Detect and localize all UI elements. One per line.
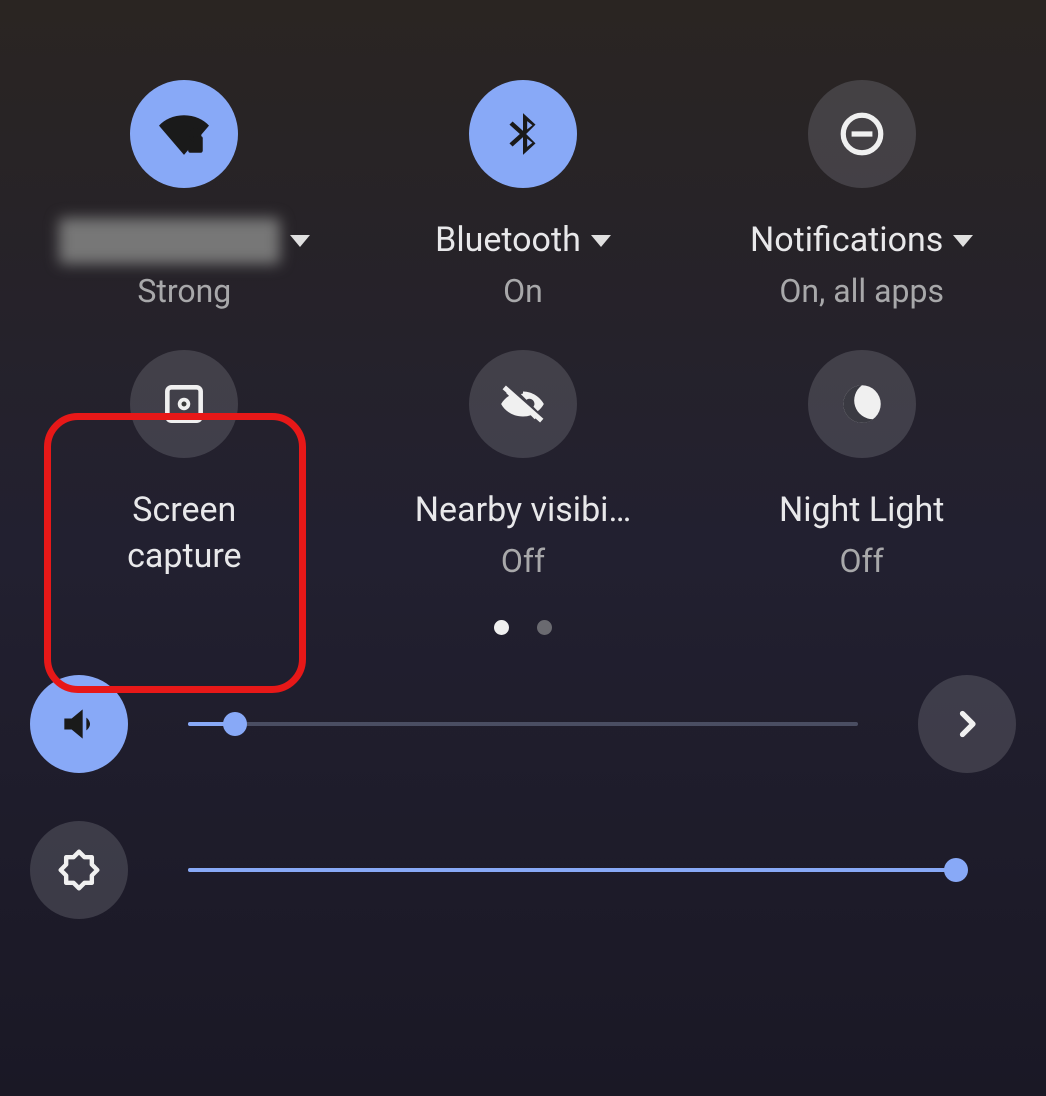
wifi-label: ████ ████ xyxy=(59,218,280,264)
night-light-status: Off xyxy=(840,542,884,580)
bluetooth-status: On xyxy=(503,272,543,310)
pagination-dots[interactable] xyxy=(20,620,1026,635)
audio-expand-button[interactable] xyxy=(918,675,1016,773)
night-light-label-row: Night Light xyxy=(779,488,944,534)
brightness-slider[interactable] xyxy=(188,858,956,882)
night-light-label: Night Light xyxy=(779,488,944,534)
wifi-tile[interactable]: ████ ████ Strong xyxy=(20,80,349,310)
night-light-tile[interactable]: Night Light Off xyxy=(697,350,1026,580)
wifi-label-row[interactable]: ████ ████ xyxy=(59,218,310,264)
nearby-status: Off xyxy=(501,542,545,580)
nearby-label-row: Nearby visibi… xyxy=(415,488,631,534)
tile-grid: ████ ████ Strong Bluetooth On xyxy=(20,80,1026,580)
screen-capture-tile[interactable]: Screen capture xyxy=(20,350,349,580)
nearby-tile[interactable]: Nearby visibi… Off xyxy=(359,350,688,580)
quick-settings-panel: ████ ████ Strong Bluetooth On xyxy=(0,0,1046,1096)
volume-row xyxy=(20,675,1026,773)
brightness-fill xyxy=(188,868,956,872)
volume-thumb[interactable] xyxy=(223,712,247,736)
wifi-status: Strong xyxy=(137,272,231,310)
bluetooth-label: Bluetooth xyxy=(435,218,581,264)
screen-capture-label-row: Screen capture xyxy=(127,488,241,580)
page-dot-2[interactable] xyxy=(537,620,552,635)
bluetooth-tile[interactable]: Bluetooth On xyxy=(359,80,688,310)
brightness-row xyxy=(20,821,1026,919)
notifications-tile[interactable]: Notifications On, all apps xyxy=(697,80,1026,310)
chevron-down-icon xyxy=(591,235,611,247)
chevron-down-icon xyxy=(953,235,973,247)
do-not-disturb-icon[interactable] xyxy=(808,80,916,188)
screen-capture-icon[interactable] xyxy=(130,350,238,458)
volume-slider[interactable] xyxy=(188,712,858,736)
night-light-icon[interactable] xyxy=(808,350,916,458)
brightness-thumb[interactable] xyxy=(944,858,968,882)
visibility-off-icon[interactable] xyxy=(469,350,577,458)
notifications-status: On, all apps xyxy=(779,272,944,310)
wifi-icon[interactable] xyxy=(130,80,238,188)
volume-track xyxy=(188,722,858,726)
volume-icon[interactable] xyxy=(30,675,128,773)
chevron-down-icon xyxy=(290,235,310,247)
bluetooth-icon[interactable] xyxy=(469,80,577,188)
notifications-label: Notifications xyxy=(750,218,943,264)
screen-capture-label: Screen capture xyxy=(127,488,241,580)
nearby-label: Nearby visibi… xyxy=(415,488,631,534)
page-dot-1[interactable] xyxy=(494,620,509,635)
brightness-icon[interactable] xyxy=(30,821,128,919)
notifications-label-row[interactable]: Notifications xyxy=(750,218,973,264)
bluetooth-label-row[interactable]: Bluetooth xyxy=(435,218,611,264)
